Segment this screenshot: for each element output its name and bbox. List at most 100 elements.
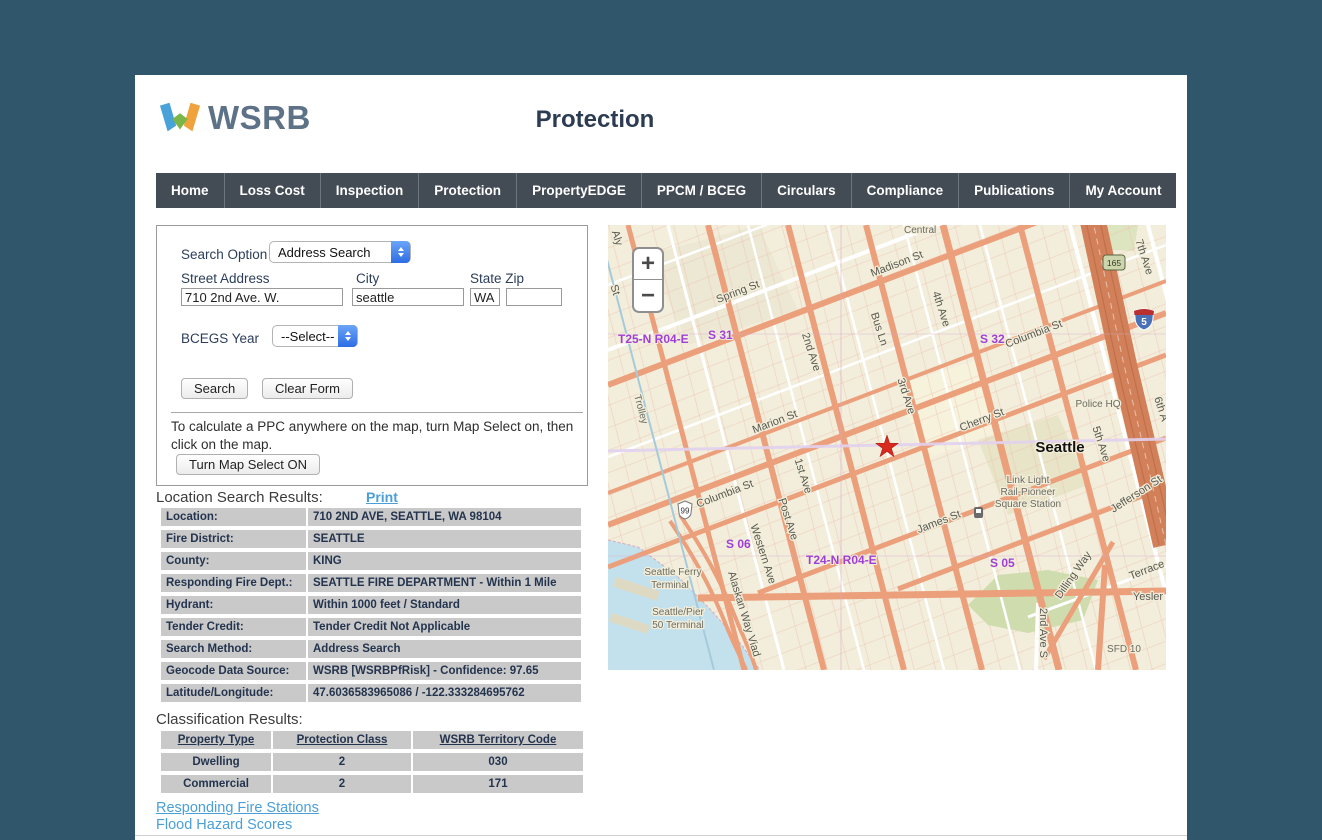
nav-item-inspection[interactable]: Inspection	[321, 173, 420, 208]
panel-divider	[171, 412, 583, 413]
row-label: Search Method:	[161, 640, 306, 658]
place-label: Seattle/Pier	[652, 607, 704, 618]
main-nav: Home Loss Cost Inspection Protection Pro…	[156, 173, 1176, 208]
table-row: Geocode Data Source: WSRB [WSRBPfRisk] -…	[161, 662, 581, 680]
search-option-value: Address Search	[278, 245, 371, 260]
nav-item-publications[interactable]: Publications	[959, 173, 1070, 208]
classification-heading: Classification Results:	[156, 711, 303, 728]
location-results-table: Location: 710 2ND AVE, SEATTLE, WA 98104…	[161, 508, 581, 706]
row-label: Location:	[161, 508, 306, 526]
place-label: Square Station	[995, 499, 1061, 510]
flood-hazard-scores-link[interactable]: Flood Hazard Scores	[156, 817, 292, 833]
row-label: Fire District:	[161, 530, 306, 548]
place-label: Central	[904, 225, 936, 236]
zip-input[interactable]	[506, 288, 562, 306]
street-label: Yesler	[1133, 591, 1164, 603]
place-label: Police HQ	[1075, 399, 1120, 410]
route-99-shield-icon: 99	[678, 501, 692, 519]
bcegs-year-value: --Select--	[281, 329, 334, 344]
state-zip-label: State Zip	[470, 271, 524, 286]
township-label: T25-N R04-E	[618, 332, 689, 346]
cell-value: 030	[413, 753, 583, 771]
row-label: Latitude/Longitude:	[161, 684, 306, 702]
cell-value: 171	[413, 775, 583, 793]
row-value: Tender Credit Not Applicable	[308, 618, 581, 636]
row-value: SEATTLE	[308, 530, 581, 548]
nav-item-circulars[interactable]: Circulars	[762, 173, 852, 208]
place-label: Rail-Pioneer	[1000, 487, 1056, 498]
nav-item-loss-cost[interactable]: Loss Cost	[225, 173, 321, 208]
nav-item-ppcm-bceg[interactable]: PPCM / BCEG	[642, 173, 762, 208]
map-select-hint: To calculate a PPC anywhere on the map, …	[171, 418, 575, 454]
section-label: S 32	[980, 332, 1005, 346]
cell-value: 2	[273, 753, 411, 771]
place-label: Seattle Ferry	[644, 567, 701, 578]
row-label: Geocode Data Source:	[161, 662, 306, 680]
page-background: WSRB Protection Home Loss Cost Inspectio…	[0, 0, 1322, 840]
row-value: 47.6036583965086 / -122.333284695762	[308, 684, 581, 702]
col-property-type[interactable]: Property Type	[161, 731, 271, 749]
row-value: 710 2ND AVE, SEATTLE, WA 98104	[308, 508, 581, 526]
nav-item-propertyedge[interactable]: PropertyEDGE	[517, 173, 642, 208]
search-button[interactable]: Search	[181, 378, 248, 399]
map[interactable]: + −	[608, 225, 1166, 670]
table-row: County: KING	[161, 552, 581, 570]
table-row: Tender Credit: Tender Credit Not Applica…	[161, 618, 581, 636]
map-zoom-control: + −	[632, 247, 664, 313]
table-row: Search Method: Address Search	[161, 640, 581, 658]
nav-item-protection[interactable]: Protection	[419, 173, 517, 208]
print-link[interactable]: Print	[366, 489, 398, 505]
nav-item-home[interactable]: Home	[156, 173, 225, 208]
table-row: Hydrant: Within 1000 feet / Standard	[161, 596, 581, 614]
place-label: 50 Terminal	[652, 620, 704, 631]
city-input[interactable]	[352, 288, 464, 306]
zoom-in-button[interactable]: +	[634, 249, 662, 280]
responding-fire-stations-link[interactable]: Responding Fire Stations	[156, 800, 319, 816]
row-value: WSRB [WSRBPfRisk] - Confidence: 97.65	[308, 662, 581, 680]
row-value: Address Search	[308, 640, 581, 658]
table-row: Responding Fire Dept.: SEATTLE FIRE DEPA…	[161, 574, 581, 592]
section-label: S 06	[726, 537, 751, 551]
city-label: Seattle	[1035, 439, 1084, 456]
brand-name: WSRB	[208, 99, 311, 137]
wsrb-logo-icon	[159, 102, 201, 134]
svg-text:165: 165	[1107, 258, 1121, 268]
zoom-out-button[interactable]: −	[634, 280, 662, 311]
svg-text:5: 5	[1141, 317, 1147, 328]
section-label: S 31	[708, 328, 733, 342]
col-territory-code[interactable]: WSRB Territory Code	[413, 731, 583, 749]
row-label: County:	[161, 552, 306, 570]
search-option-select[interactable]: Address Search	[269, 241, 411, 263]
place-label: Link Light	[1007, 475, 1050, 486]
select-stepper-icon	[391, 241, 410, 263]
classification-table: Property Type Protection Class WSRB Terr…	[161, 731, 583, 797]
table-row: Location: 710 2ND AVE, SEATTLE, WA 98104	[161, 508, 581, 526]
nav-item-compliance[interactable]: Compliance	[852, 173, 960, 208]
cell-value: 2	[273, 775, 411, 793]
transit-station-icon	[974, 507, 983, 518]
turn-map-select-on-button[interactable]: Turn Map Select ON	[176, 454, 320, 475]
svg-text:99: 99	[681, 507, 690, 516]
location-results-heading: Location Search Results:	[156, 489, 323, 506]
bcegs-year-label: BCEGS Year	[181, 331, 259, 346]
row-label: Tender Credit:	[161, 618, 306, 636]
clear-form-button[interactable]: Clear Form	[262, 378, 353, 399]
route-165-shield-icon: 165	[1103, 255, 1125, 270]
place-label: Terminal	[651, 580, 689, 591]
street-address-input[interactable]	[181, 288, 343, 306]
app-window: WSRB Protection Home Loss Cost Inspectio…	[135, 75, 1187, 840]
col-protection-class[interactable]: Protection Class	[273, 731, 411, 749]
section-label: S 05	[990, 556, 1015, 570]
wsrb-logo: WSRB	[159, 99, 311, 137]
township-label: T24-N R04-E	[806, 553, 877, 567]
table-header-row: Property Type Protection Class WSRB Terr…	[161, 731, 583, 749]
nav-item-my-account[interactable]: My Account	[1070, 173, 1176, 208]
street-label: 2nd Ave S	[1037, 608, 1049, 658]
street-address-label: Street Address	[181, 271, 270, 286]
state-input[interactable]	[470, 288, 500, 306]
table-row: Latitude/Longitude: 47.6036583965086 / -…	[161, 684, 581, 702]
row-label: Hydrant:	[161, 596, 306, 614]
cell-value: Commercial	[161, 775, 271, 793]
search-option-label: Search Option	[181, 247, 267, 262]
bcegs-year-select[interactable]: --Select--	[272, 325, 358, 347]
